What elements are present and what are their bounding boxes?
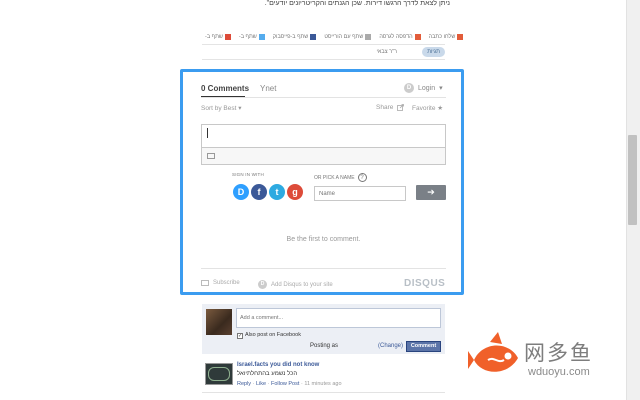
login-label: Login bbox=[418, 84, 436, 92]
text-cursor bbox=[207, 128, 208, 138]
also-post-checkbox[interactable]: ✓ bbox=[237, 333, 243, 339]
share-facebook-label: שתף ב-פייסבוק bbox=[272, 34, 309, 40]
facebook-login-icon[interactable]: f bbox=[251, 184, 267, 200]
sort-label: Sort by Best bbox=[201, 105, 237, 112]
watermark-title: 网多鱼 bbox=[524, 342, 593, 365]
favorite-label: Favorite bbox=[412, 105, 436, 112]
twitter-icon bbox=[258, 34, 265, 40]
print-link[interactable]: הדפסה לגרסה bbox=[379, 34, 421, 40]
empty-state-message: Be the first to comment. bbox=[286, 236, 361, 243]
fish-logo-icon bbox=[468, 332, 518, 372]
change-account-link[interactable]: (Change) bbox=[378, 343, 403, 349]
share-friend-label: שתף עם הורייסט bbox=[324, 34, 364, 40]
comment-actions: Reply · Like · Follow Post · 11 minutes … bbox=[237, 381, 342, 387]
share-toolbar: שלחו כתבה הדפסה לגרסה שתף עם הורייסט שתף… bbox=[205, 32, 464, 42]
guest-name-input[interactable] bbox=[314, 186, 406, 201]
image-upload-icon[interactable] bbox=[207, 153, 215, 159]
share-google-link[interactable]: שתף ב- bbox=[205, 34, 231, 40]
share-icon bbox=[397, 104, 405, 111]
chevron-down-icon: ▾ bbox=[439, 85, 443, 92]
add-disqus-label: Add Disqus to your site bbox=[271, 281, 333, 288]
comment-divider bbox=[202, 392, 445, 393]
comment-text: הכל נשמע בהתחלתיואל bbox=[237, 371, 298, 377]
share-email-label: שלחו כתבה bbox=[428, 34, 456, 40]
friend-icon bbox=[365, 34, 372, 40]
tags-pill: תגיות bbox=[422, 47, 445, 57]
footer-divider bbox=[201, 268, 446, 269]
comment-timestamp: 11 minutes ago bbox=[304, 381, 342, 387]
tab-comments[interactable]: 0 Comments bbox=[201, 84, 249, 93]
share-label: Share bbox=[376, 104, 394, 111]
login-menu[interactable]: D Login ▾ bbox=[404, 83, 443, 93]
share-twitter-link[interactable]: שתף ב- bbox=[239, 34, 265, 40]
share-facebook-link[interactable]: שתף ב-פייסבוק bbox=[273, 34, 317, 40]
share-email-link[interactable]: שלחו כתבה bbox=[429, 34, 464, 40]
envelope-icon bbox=[201, 280, 209, 286]
submit-arrow-button[interactable]: ➔ bbox=[416, 185, 446, 200]
share-friend-link[interactable]: שתף עם הורייסט bbox=[324, 34, 372, 40]
google-plus-icon bbox=[224, 34, 231, 40]
article-text: ניתן לצאת לדרך הרגשו דירות. שכן הגנתים ו… bbox=[264, 0, 450, 7]
email-icon bbox=[457, 34, 464, 40]
subscribe-label: Subscribe bbox=[213, 280, 240, 286]
star-icon: ★ bbox=[437, 105, 444, 112]
posting-as-label: Posting as bbox=[310, 343, 339, 349]
disqus-icon: D bbox=[258, 280, 267, 289]
reply-link[interactable]: Reply bbox=[237, 381, 251, 387]
subscribe-link[interactable]: Subscribe bbox=[201, 280, 240, 286]
tab-community[interactable]: Ynet bbox=[260, 84, 276, 93]
avatar bbox=[206, 309, 232, 335]
guest-name-section: OR PICK A NAME ? bbox=[314, 173, 367, 182]
scrollbar-thumb[interactable] bbox=[628, 135, 637, 225]
disqus-logo[interactable]: DISQUS bbox=[404, 278, 445, 289]
share-button[interactable]: Share bbox=[376, 104, 405, 111]
sign-in-with-label: SIGN IN WITH bbox=[232, 172, 264, 177]
comment-textarea[interactable] bbox=[201, 124, 446, 148]
help-icon[interactable]: ? bbox=[357, 173, 367, 182]
disqus-login-icon[interactable]: D bbox=[233, 184, 249, 200]
google-login-icon[interactable]: g bbox=[287, 184, 303, 200]
follow-post-link[interactable]: Follow Post bbox=[271, 381, 299, 387]
favorite-button[interactable]: Favorite ★ bbox=[412, 104, 443, 112]
comment-toolbar bbox=[201, 148, 446, 165]
print-label: הדפסה לגרסה bbox=[379, 34, 413, 40]
comment-button[interactable]: Comment bbox=[406, 341, 441, 352]
also-post-label: Also post on Facebook bbox=[245, 332, 301, 338]
disqus-highlight-frame bbox=[180, 69, 464, 295]
watermark-url: wduoyu.com bbox=[528, 366, 590, 378]
disqus-icon: D bbox=[404, 83, 414, 93]
share-twitter-label: שתף ב- bbox=[238, 34, 257, 40]
add-disqus-link[interactable]: D Add Disqus to your site bbox=[258, 280, 333, 289]
or-pick-name-label: OR PICK A NAME bbox=[314, 174, 355, 181]
facebook-icon bbox=[310, 34, 317, 40]
like-link[interactable]: Like bbox=[256, 381, 266, 387]
tag-link[interactable]: ר"ר צבאי bbox=[376, 47, 397, 57]
tabs-divider bbox=[201, 97, 446, 98]
commenter-name[interactable]: Israel.facts you did not know bbox=[237, 362, 319, 368]
sort-dropdown[interactable]: Sort by Best ▾ bbox=[201, 104, 241, 112]
twitter-login-icon[interactable]: t bbox=[269, 184, 285, 200]
print-icon bbox=[414, 34, 421, 40]
share-google-label: שתף ב- bbox=[205, 34, 223, 40]
facebook-comment-input[interactable] bbox=[236, 308, 441, 328]
commenter-logo-icon bbox=[208, 367, 230, 381]
chevron-down-icon: ▾ bbox=[238, 105, 242, 112]
tags-bar: תגיות ר"ר צבאי bbox=[202, 44, 445, 60]
